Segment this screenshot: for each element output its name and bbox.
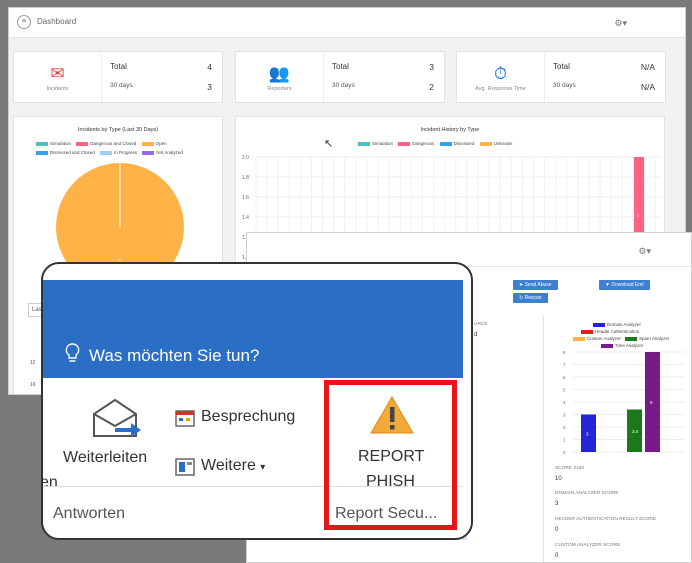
more-icon: [175, 458, 195, 476]
chart-title: Incident History by Type: [420, 127, 480, 133]
y-tick-label: 1.6: [242, 195, 249, 201]
stopwatch-icon: ⏱: [493, 64, 508, 83]
truncated-label: en: [41, 474, 58, 491]
reporters-card[interactable]: 👥 Reporters Total 30 days 3 2: [235, 51, 445, 103]
lightbulb-icon: [65, 343, 80, 362]
outlook-ribbon-callout: Was möchten Sie tun? Weiterleiten Bespre…: [41, 262, 473, 540]
mouse-cursor-icon: ↖: [324, 138, 334, 150]
legend-dangerous: Dangerous: [412, 141, 435, 146]
gear-icon[interactable]: ⚙▾: [614, 18, 627, 29]
y-tick-label: 1.8: [242, 175, 249, 181]
meeting-button[interactable]: Besprechung: [201, 408, 295, 426]
y-tick-label: 4: [563, 400, 566, 405]
envelope-icon: ✉: [50, 64, 65, 83]
y-tick-label: 1.4: [242, 215, 249, 221]
more-button[interactable]: Weitere ▾: [201, 457, 265, 475]
report-phish-button[interactable]: REPORT: [358, 448, 424, 466]
menu-icon[interactable]: ≡: [17, 15, 31, 29]
y-tick-label: 7: [563, 363, 566, 368]
response-time-card[interactable]: ⏱ Avg. Response Time Total 30 days N/A N/…: [456, 51, 666, 103]
y-tick-label: 2: [563, 425, 566, 430]
group-report-label: Report Secu...: [335, 505, 438, 522]
y-tick-label: 8: [563, 350, 566, 355]
legend-simulation: Simulation: [50, 141, 72, 146]
legend-simulation: Simulation: [372, 141, 394, 146]
legend-dismissed-closed: Dismissed and Closed: [50, 150, 95, 155]
bar-label: 3.4: [632, 429, 639, 434]
group-respond-label: Antworten: [53, 505, 126, 522]
legend-dangerous-closed: Dangerous and Closed: [90, 141, 137, 146]
row-value: 16: [30, 382, 36, 388]
warning-icon: [370, 396, 414, 434]
download-eml-button[interactable]: ▼ Download Eml: [599, 280, 650, 290]
y-tick-label: 0: [563, 450, 566, 455]
ribbon-title-bar: Was möchten Sie tun?: [43, 280, 463, 378]
y-tick-label: 2.0: [242, 155, 249, 161]
y-tick-label: 1: [563, 438, 566, 443]
legend-dismissed: Dismissed: [453, 141, 475, 146]
gear-icon[interactable]: ⚙▾: [638, 246, 651, 257]
chart-title: Incidents by Type (Last 30 Days): [78, 127, 158, 133]
forward-mail-icon: [93, 398, 141, 437]
users-icon: 👥: [268, 64, 291, 83]
legend-open: Open: [155, 141, 167, 146]
legend-in-progress: In Progress: [114, 150, 138, 155]
y-tick-label: 5: [563, 388, 566, 393]
meeting-icon: [175, 410, 195, 427]
row-value: 12: [30, 360, 36, 366]
page-title: Dashboard: [37, 17, 77, 26]
tell-me-search[interactable]: Was möchten Sie tun?: [89, 346, 259, 366]
legend-unknown: Unknown: [493, 141, 513, 146]
incidents-card[interactable]: ✉ Incidents Total 30 days 4 3: [13, 51, 223, 103]
analyzer-score-chart: 8765432103 3.48: [563, 350, 684, 455]
rescan-button[interactable]: ↻ Rescan: [513, 293, 548, 303]
dashboard-header: ≡ Dashboard ⚙▾: [9, 8, 685, 38]
report-phish-button-line2[interactable]: PHISH: [366, 473, 415, 491]
forward-button[interactable]: Weiterleiten: [63, 449, 147, 467]
y-tick-label: 6: [563, 375, 566, 380]
legend-not-analyzed: Not Analyzed: [156, 150, 183, 155]
y-tick-label: 3: [563, 413, 566, 418]
send-abuse-button[interactable]: ➤ Send Abuse: [513, 280, 558, 290]
